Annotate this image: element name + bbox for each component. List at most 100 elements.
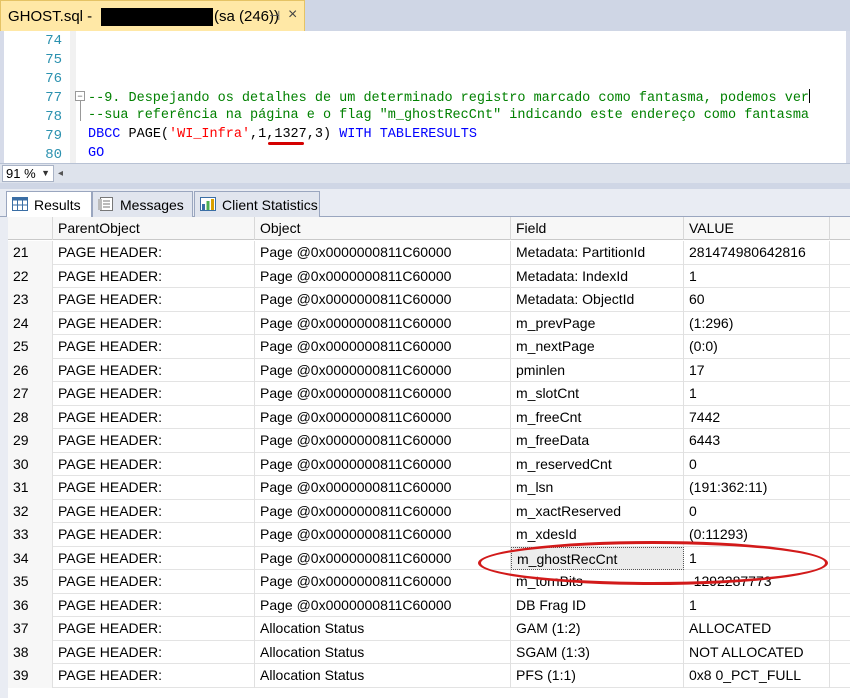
column-header-rownum[interactable]	[8, 217, 53, 240]
row-number-cell[interactable]: 22	[8, 264, 53, 288]
row-number-cell[interactable]: 32	[8, 499, 53, 523]
table-row[interactable]: 23 PAGE HEADER: Page @0x0000000811C60000 Me…	[8, 288, 850, 312]
table-row[interactable]: 27 PAGE HEADER: Page @0x0000000811C60000 m_…	[8, 382, 850, 406]
object-cell[interactable]: Page @0x0000000811C60000	[255, 499, 511, 523]
row-number-cell[interactable]: 29	[8, 429, 53, 453]
table-row[interactable]: 25 PAGE HEADER: Page @0x0000000811C60000 m_…	[8, 335, 850, 359]
parentobject-cell[interactable]: PAGE HEADER:	[53, 499, 255, 523]
object-cell[interactable]: Page @0x0000000811C60000	[255, 593, 511, 617]
value-cell[interactable]: 281474980642816	[684, 241, 830, 265]
table-row[interactable]: 36 PAGE HEADER: Page @0x0000000811C60000 DB…	[8, 593, 850, 617]
field-cell[interactable]: SGAM (1:3)	[511, 640, 684, 664]
value-cell[interactable]: (1:296)	[684, 311, 830, 335]
field-cell[interactable]: m_slotCnt	[511, 382, 684, 406]
parentobject-cell[interactable]: PAGE HEADER:	[53, 640, 255, 664]
tab-results[interactable]: Results	[6, 191, 92, 218]
object-cell[interactable]: Page @0x0000000811C60000	[255, 429, 511, 453]
value-cell[interactable]: 6443	[684, 429, 830, 453]
results-grid[interactable]: ParentObject Object Field VALUE 21 PAGE H…	[0, 217, 850, 698]
object-cell[interactable]: Page @0x0000000811C60000	[255, 476, 511, 500]
row-number-cell[interactable]: 27	[8, 382, 53, 406]
parentobject-cell[interactable]: PAGE HEADER:	[53, 593, 255, 617]
document-tab-ghost-sql[interactable]: GHOST.sql - (sa (246)) ⊣ ×	[0, 0, 305, 31]
field-cell[interactable]: PFS (1:1)	[511, 664, 684, 688]
tab-messages[interactable]: Messages	[92, 191, 193, 217]
row-number-cell[interactable]: 37	[8, 617, 53, 641]
row-number-cell[interactable]: 24	[8, 311, 53, 335]
value-cell[interactable]: 17	[684, 358, 830, 382]
field-cell[interactable]: m_freeCnt	[511, 405, 684, 429]
pin-icon[interactable]: ⊣	[269, 8, 280, 24]
parentobject-cell[interactable]: PAGE HEADER:	[53, 288, 255, 312]
object-cell[interactable]: Page @0x0000000811C60000	[255, 405, 511, 429]
table-row[interactable]: 37 PAGE HEADER: Allocation Status GAM (1:2)…	[8, 617, 850, 641]
parentobject-cell[interactable]: PAGE HEADER:	[53, 358, 255, 382]
value-cell[interactable]: 1	[684, 264, 830, 288]
row-number-cell[interactable]: 30	[8, 452, 53, 476]
value-cell[interactable]: 0	[684, 452, 830, 476]
object-cell[interactable]: Page @0x0000000811C60000	[255, 358, 511, 382]
row-number-cell[interactable]: 25	[8, 335, 53, 359]
table-row[interactable]: 21 PAGE HEADER: Page @0x0000000811C60000 Me…	[8, 241, 850, 265]
field-cell[interactable]: DB Frag ID	[511, 593, 684, 617]
value-cell[interactable]: 60	[684, 288, 830, 312]
column-header-field[interactable]: Field	[511, 217, 684, 240]
field-cell[interactable]: m_reservedCnt	[511, 452, 684, 476]
value-cell[interactable]: 1	[684, 593, 830, 617]
collapse-region-icon[interactable]: −	[75, 91, 85, 101]
parentobject-cell[interactable]: PAGE HEADER:	[53, 429, 255, 453]
object-cell[interactable]: Allocation Status	[255, 617, 511, 641]
parentobject-cell[interactable]: PAGE HEADER:	[53, 546, 255, 570]
value-cell[interactable]: NOT ALLOCATED	[684, 640, 830, 664]
table-row[interactable]: 39 PAGE HEADER: Allocation Status PFS (1:1)…	[8, 664, 850, 688]
object-cell[interactable]: Page @0x0000000811C60000	[255, 546, 511, 570]
row-number-cell[interactable]: 33	[8, 523, 53, 547]
parentobject-cell[interactable]: PAGE HEADER:	[53, 405, 255, 429]
row-number-cell[interactable]: 31	[8, 476, 53, 500]
value-cell[interactable]: 0	[684, 499, 830, 523]
parentobject-cell[interactable]: PAGE HEADER:	[53, 664, 255, 688]
field-cell[interactable]: m_prevPage	[511, 311, 684, 335]
object-cell[interactable]: Page @0x0000000811C60000	[255, 523, 511, 547]
object-cell[interactable]: Page @0x0000000811C60000	[255, 264, 511, 288]
table-row[interactable]: 24 PAGE HEADER: Page @0x0000000811C60000 m_…	[8, 311, 850, 335]
field-cell[interactable]: Metadata: ObjectId	[511, 288, 684, 312]
table-row[interactable]: 32 PAGE HEADER: Page @0x0000000811C60000 m_…	[8, 499, 850, 523]
parentobject-cell[interactable]: PAGE HEADER:	[53, 264, 255, 288]
scroll-left-icon[interactable]: ◂	[58, 168, 63, 179]
parentobject-cell[interactable]: PAGE HEADER:	[53, 570, 255, 594]
row-number-cell[interactable]: 36	[8, 593, 53, 617]
parentobject-cell[interactable]: PAGE HEADER:	[53, 335, 255, 359]
object-cell[interactable]: Page @0x0000000811C60000	[255, 382, 511, 406]
row-number-cell[interactable]: 34	[8, 546, 53, 570]
object-cell[interactable]: Allocation Status	[255, 664, 511, 688]
parentobject-cell[interactable]: PAGE HEADER:	[53, 382, 255, 406]
column-header-object[interactable]: Object	[255, 217, 511, 240]
object-cell[interactable]: Page @0x0000000811C60000	[255, 241, 511, 265]
object-cell[interactable]: Page @0x0000000811C60000	[255, 288, 511, 312]
field-cell[interactable]: m_xactReserved	[511, 499, 684, 523]
object-cell[interactable]: Page @0x0000000811C60000	[255, 311, 511, 335]
table-row[interactable]: 29 PAGE HEADER: Page @0x0000000811C60000 m_…	[8, 429, 850, 453]
value-cell[interactable]: ALLOCATED	[684, 617, 830, 641]
tab-client-statistics[interactable]: Client Statistics	[194, 191, 320, 217]
row-number-cell[interactable]: 26	[8, 358, 53, 382]
row-number-cell[interactable]: 23	[8, 288, 53, 312]
table-row[interactable]: 31 PAGE HEADER: Page @0x0000000811C60000 m_…	[8, 476, 850, 500]
column-header-value[interactable]: VALUE	[684, 217, 830, 240]
field-cell[interactable]: m_lsn	[511, 476, 684, 500]
object-cell[interactable]: Page @0x0000000811C60000	[255, 570, 511, 594]
value-cell[interactable]: 0x8 0_PCT_FULL	[684, 664, 830, 688]
value-cell[interactable]: (0:0)	[684, 335, 830, 359]
object-cell[interactable]: Page @0x0000000811C60000	[255, 452, 511, 476]
parentobject-cell[interactable]: PAGE HEADER:	[53, 523, 255, 547]
table-row[interactable]: 26 PAGE HEADER: Page @0x0000000811C60000 pm…	[8, 358, 850, 382]
parentobject-cell[interactable]: PAGE HEADER:	[53, 617, 255, 641]
row-number-cell[interactable]: 21	[8, 241, 53, 265]
column-header-parentobject[interactable]: ParentObject	[53, 217, 255, 240]
table-row[interactable]: 28 PAGE HEADER: Page @0x0000000811C60000 m_…	[8, 405, 850, 429]
table-row[interactable]: 38 PAGE HEADER: Allocation Status SGAM (1:3…	[8, 640, 850, 664]
parentobject-cell[interactable]: PAGE HEADER:	[53, 241, 255, 265]
parentobject-cell[interactable]: PAGE HEADER:	[53, 476, 255, 500]
row-number-cell[interactable]: 39	[8, 664, 53, 688]
